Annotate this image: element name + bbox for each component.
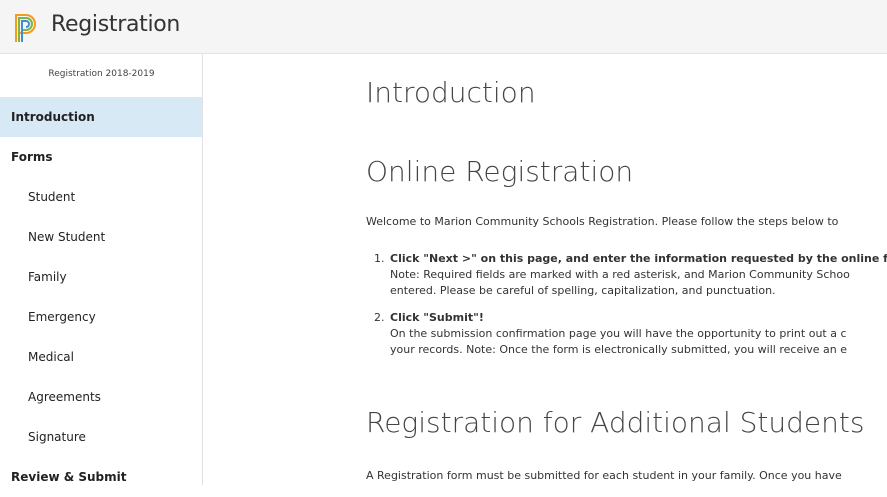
sidebar-item-agreements[interactable]: Agreements: [0, 377, 202, 417]
step-note: Note: Required fields are marked with a …: [390, 268, 850, 281]
step-note: your records. Note: Once the form is ele…: [390, 343, 848, 356]
app-header: Registration: [0, 0, 887, 54]
app-title: Registration: [51, 12, 181, 37]
section-heading-additional-students: Registration for Additional Students: [366, 406, 865, 439]
sidebar-item-medical[interactable]: Medical: [0, 337, 202, 377]
step-number: 1.: [374, 252, 385, 265]
step-title: Click "Submit"!: [390, 311, 484, 324]
sidebar-item-review-submit[interactable]: Review & Submit: [0, 457, 202, 497]
welcome-text: Welcome to Marion Community Schools Regi…: [366, 215, 839, 228]
step-note: On the submission confirmation page you …: [390, 327, 847, 340]
sidebar-item-student[interactable]: Student: [0, 177, 202, 217]
powerschool-logo-icon: [15, 14, 36, 42]
main-content: Introduction Online Registration Welcome…: [204, 54, 887, 485]
step-note: entered. Please be careful of spelling, …: [390, 284, 776, 297]
sidebar-item-forms[interactable]: Forms: [0, 137, 202, 177]
step-number: 2.: [374, 311, 385, 324]
section-heading-online-registration: Online Registration: [366, 155, 634, 188]
sidebar-item-new-student[interactable]: New Student: [0, 217, 202, 257]
page-title: Introduction: [366, 76, 536, 109]
sidebar-item-emergency[interactable]: Emergency: [0, 297, 202, 337]
term-label: Registration 2018-2019: [48, 69, 155, 79]
sidebar-item-signature[interactable]: Signature: [0, 417, 202, 457]
sidebar-item-introduction[interactable]: Introduction: [0, 97, 202, 137]
step-title: Click "Next >" on this page, and enter t…: [390, 252, 887, 265]
sidebar-item-family[interactable]: Family: [0, 257, 202, 297]
sidebar-nav: Registration 2018-2019 Introduction Form…: [0, 54, 203, 485]
additional-students-text: A Registration form must be submitted fo…: [366, 469, 842, 482]
